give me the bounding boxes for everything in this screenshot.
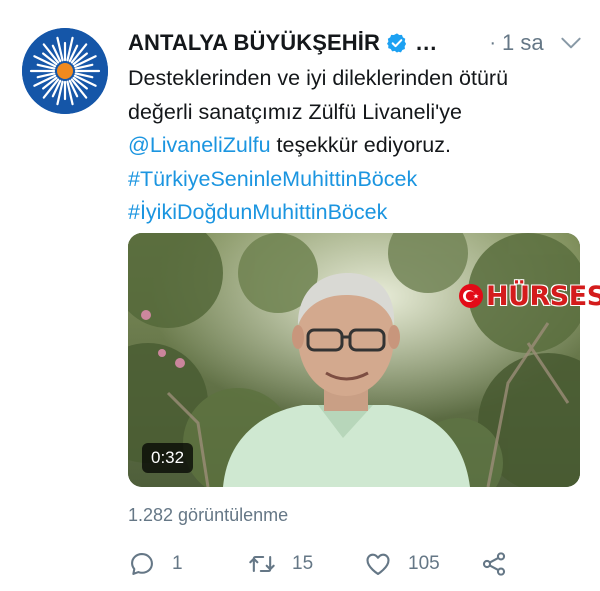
- watermark: HÜRSES: [458, 279, 600, 313]
- like-button[interactable]: 105: [364, 548, 440, 580]
- tweet-text-line-3: @LivaneliZulfu teşekkür ediyoruz.: [128, 129, 588, 163]
- mention-link[interactable]: @LivaneliZulfu: [128, 133, 271, 157]
- share-icon: [482, 552, 506, 576]
- tweet-text: Desteklerinden ve iyi dileklerinden ötür…: [128, 62, 588, 230]
- reply-icon: [131, 553, 153, 575]
- like-count: 105: [408, 553, 440, 574]
- mention-suffix: teşekkür ediyoruz.: [270, 133, 451, 157]
- hashtag-link-1[interactable]: #TürkiyeSeninleMuhittinBöcek: [128, 163, 588, 197]
- turkish-flag-icon: [459, 284, 483, 308]
- video-player[interactable]: [128, 233, 580, 487]
- separator-dot: ·: [489, 31, 497, 54]
- tweet-text-line-1: Desteklerinden ve iyi dileklerinden ötür…: [128, 66, 509, 90]
- reply-count: 1: [172, 553, 183, 574]
- author-name[interactable]: ANTALYA BÜYÜKŞEHİR: [128, 30, 380, 56]
- share-button[interactable]: [480, 548, 524, 580]
- verified-badge-icon: [387, 33, 407, 53]
- video-thumbnail: [128, 233, 580, 487]
- antalya-logo-icon: [22, 28, 108, 114]
- view-count: 1.282 görüntülenme: [128, 505, 289, 525]
- author-handle[interactable]: ...: [416, 30, 437, 56]
- retweet-icon: [249, 555, 275, 573]
- avatar[interactable]: [22, 28, 108, 114]
- heart-icon: [366, 553, 390, 575]
- tweet-text-line-2: değerli sanatçımız Zülfü Livaneli'ye: [128, 99, 462, 124]
- reply-button[interactable]: 1: [128, 548, 183, 580]
- action-bar: 1 15 105: [128, 548, 598, 580]
- chevron-down-icon[interactable]: [558, 30, 584, 56]
- video-duration: 0:32: [142, 443, 194, 473]
- hashtag-link-2[interactable]: #İyikiDoğdunMuhittinBöcek: [128, 196, 588, 230]
- retweet-button[interactable]: 15: [248, 548, 313, 580]
- tweet-header: ANTALYA BÜYÜKŞEHİR ... · 1 sa: [128, 26, 584, 60]
- watermark-text: HÜRSES: [486, 280, 600, 312]
- retweet-count: 15: [292, 553, 314, 574]
- tweet-timestamp[interactable]: 1 sa: [502, 30, 544, 56]
